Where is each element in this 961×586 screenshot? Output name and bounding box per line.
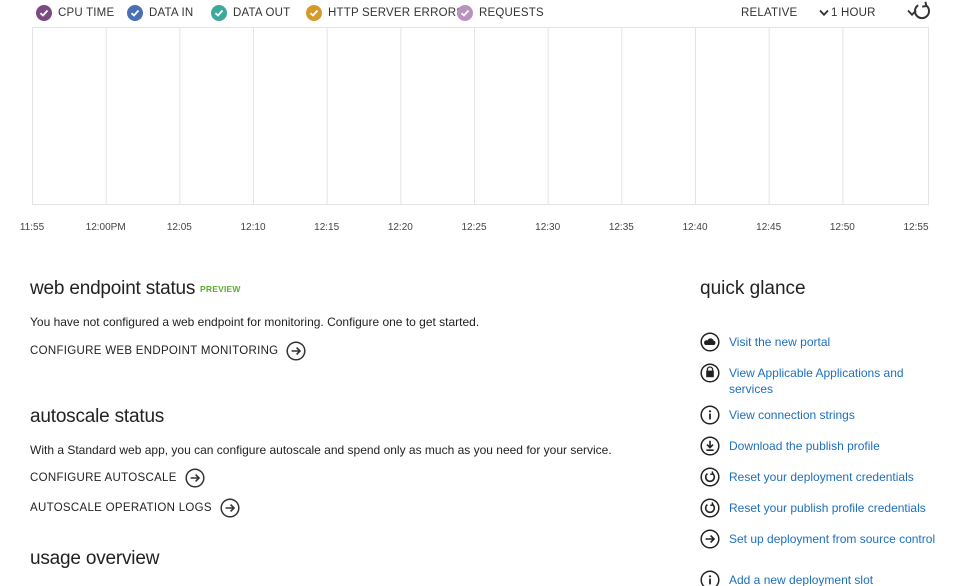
quick-link-label: Add a new deployment slot xyxy=(729,573,874,586)
quick-link-label: Reset your publish profile credentials xyxy=(729,501,926,515)
metrics-chart xyxy=(32,27,929,205)
x-tick-label: 12:20 xyxy=(387,222,413,233)
legend-label: DATA IN xyxy=(149,7,194,19)
time-range-dropdown[interactable]: 1 HOUR xyxy=(831,4,918,22)
x-tick-label: 12:30 xyxy=(535,222,561,233)
legend-item-data-out[interactable]: DATA OUT xyxy=(211,4,290,22)
quick-link-reset-publish-profile-credentials[interactable]: Reset your publish profile credentials xyxy=(700,498,940,518)
metrics-legend: CPU TIME DATA IN DATA OUT HTTP SERVER ER… xyxy=(0,0,961,26)
quick-link-label: View Applicable Applications and service… xyxy=(729,366,904,396)
checkmark-icon xyxy=(36,5,52,21)
quick-link-label: Download the publish profile xyxy=(729,439,880,453)
x-tick-label: 12:05 xyxy=(166,222,192,233)
web-app-dashboard: CPU TIME DATA IN DATA OUT HTTP SERVER ER… xyxy=(0,0,961,586)
checkmark-icon xyxy=(306,5,322,21)
time-range-dropdown-value: 1 HOUR xyxy=(831,7,876,19)
quick-link-label: Set up deployment from source control xyxy=(729,532,936,546)
x-tick-label: 12:35 xyxy=(608,222,634,233)
legend-label: CPU TIME xyxy=(58,7,115,19)
arrow-right-icon xyxy=(700,529,720,549)
legend-item-requests[interactable]: REQUESTS xyxy=(457,4,544,22)
x-tick-label: 12:25 xyxy=(461,222,487,233)
quick-link-visit-new-portal[interactable]: Visit the new portal xyxy=(700,332,940,352)
legend-item-http-server-errors[interactable]: HTTP SERVER ERRORS xyxy=(306,4,464,22)
x-tick-label: 12:55 xyxy=(903,222,929,233)
web-endpoint-title: web endpoint status xyxy=(30,278,196,299)
reset-icon xyxy=(700,467,720,487)
chevron-down-icon xyxy=(818,7,830,19)
quick-link-view-connection-strings[interactable]: View connection strings xyxy=(700,405,940,425)
info-icon xyxy=(700,405,720,425)
configure-autoscale-button[interactable]: CONFIGURE AUTOSCALE xyxy=(30,468,205,488)
reset-icon xyxy=(700,498,720,518)
legend-label: REQUESTS xyxy=(479,7,544,19)
info-icon xyxy=(700,570,720,586)
web-endpoint-description: You have not configured a web endpoint f… xyxy=(30,315,480,329)
download-icon xyxy=(700,436,720,456)
chart-border xyxy=(32,27,929,205)
usage-overview-title: usage overview xyxy=(30,548,160,569)
checkmark-icon xyxy=(211,5,227,21)
bag-icon xyxy=(700,363,720,383)
refresh-icon[interactable] xyxy=(912,1,932,21)
cloud-icon xyxy=(700,332,720,352)
autoscale-operation-logs-label: AUTOSCALE OPERATION LOGS xyxy=(30,502,212,514)
x-tick-label: 12:40 xyxy=(682,222,708,233)
autoscale-operation-logs-button[interactable]: AUTOSCALE OPERATION LOGS xyxy=(30,498,240,518)
quick-link-view-applicable-applications[interactable]: View Applicable Applications and service… xyxy=(700,363,940,397)
x-tick-label: 12:15 xyxy=(314,222,340,233)
chart-plot-area xyxy=(32,27,929,205)
legend-label: HTTP SERVER ERRORS xyxy=(328,7,465,19)
mode-dropdown[interactable]: RELATIVE xyxy=(741,4,830,22)
arrow-circle-icon xyxy=(286,341,306,361)
configure-web-endpoint-label: CONFIGURE WEB ENDPOINT MONITORING xyxy=(30,345,279,357)
x-tick-label: 12:50 xyxy=(829,222,855,233)
checkmark-icon xyxy=(127,5,143,21)
x-tick-label: 12:00PM xyxy=(85,222,126,233)
mode-dropdown-value: RELATIVE xyxy=(741,7,798,19)
quick-link-add-deployment-slot[interactable]: Add a new deployment slot xyxy=(700,570,940,586)
quick-link-reset-deployment-credentials[interactable]: Reset your deployment credentials xyxy=(700,467,940,487)
quick-link-label: View connection strings xyxy=(729,408,855,422)
autoscale-title: autoscale status xyxy=(30,406,165,427)
preview-badge: PREVIEW xyxy=(200,284,241,294)
autoscale-description: With a Standard web app, you can configu… xyxy=(30,443,612,457)
legend-item-data-in[interactable]: DATA IN xyxy=(127,4,193,22)
checkmark-icon xyxy=(457,5,473,21)
legend-item-cpu-time[interactable]: CPU TIME xyxy=(36,4,114,22)
configure-autoscale-label: CONFIGURE AUTOSCALE xyxy=(30,472,177,484)
quick-glance-title: quick glance xyxy=(700,278,806,299)
arrow-circle-icon xyxy=(185,468,205,488)
quick-link-download-publish-profile[interactable]: Download the publish profile xyxy=(700,436,940,456)
x-tick-label: 11:55 xyxy=(19,222,45,233)
quick-link-label: Reset your deployment credentials xyxy=(729,470,914,484)
x-tick-label: 12:10 xyxy=(240,222,266,233)
quick-link-label: Visit the new portal xyxy=(729,335,831,349)
configure-web-endpoint-button[interactable]: CONFIGURE WEB ENDPOINT MONITORING xyxy=(30,341,306,361)
quick-link-set-up-deployment[interactable]: Set up deployment from source control xyxy=(700,529,940,549)
legend-label: DATA OUT xyxy=(233,7,291,19)
arrow-circle-icon xyxy=(220,498,240,518)
x-tick-label: 12:45 xyxy=(756,222,782,233)
